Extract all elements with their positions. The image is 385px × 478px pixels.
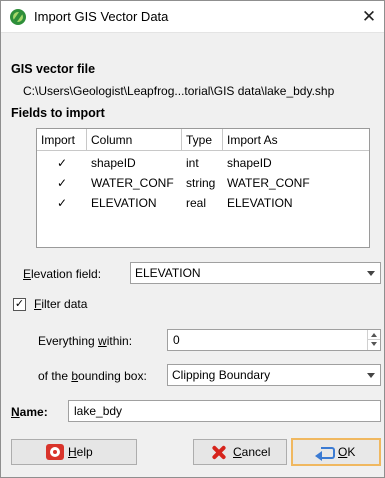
table-row[interactable]: ✓ ELEVATION real ELEVATION [37,193,369,213]
bounding-box-label: of the bounding box: [38,369,147,383]
within-distance-value: 0 [173,333,180,347]
cell-column: ELEVATION [91,196,157,210]
cell-column: shapeID [91,156,136,170]
checkmark-icon: ✓ [14,298,25,310]
elevation-field-select[interactable]: ELEVATION [130,262,381,284]
title-bar: Import GIS Vector Data ✕ [1,1,384,33]
checkmark-icon: ✓ [57,156,68,170]
fields-table: Import Column Type Import As ✓ shapeID i… [36,128,370,248]
cancel-button[interactable]: Cancel [193,439,287,465]
ok-button[interactable]: OK [291,438,381,466]
table-row[interactable]: ✓ WATER_CONF string WATER_CONF [37,173,369,193]
filter-data-label[interactable]: Filter data [34,297,87,311]
chevron-down-icon[interactable] [360,263,380,283]
table-header: Import Column Type Import As [37,129,369,151]
spin-up-icon[interactable] [367,330,380,340]
everything-within-label: Everything within: [38,334,133,348]
table-row[interactable]: ✓ shapeID int shapeID [37,153,369,173]
ok-arrow-icon [315,444,335,461]
gis-file-heading: GIS vector file [11,62,96,76]
ok-button-label: OK [338,445,356,459]
help-button-label: Help [68,445,93,459]
spin-down-icon[interactable] [367,340,380,350]
cell-type: real [186,196,207,210]
leapfrog-app-icon [10,9,26,25]
chevron-down-icon[interactable] [360,365,380,385]
elevation-field-value: ELEVATION [135,266,201,280]
fields-heading: Fields to import [11,106,105,120]
cell-import-as[interactable]: ELEVATION [223,193,293,213]
window-title: Import GIS Vector Data [34,9,169,24]
header-column[interactable]: Column [87,129,182,151]
help-button[interactable]: Help [11,439,137,465]
name-input[interactable]: lake_bdy [68,400,381,422]
import-checkbox[interactable]: ✓ [57,177,69,189]
cell-import-as[interactable]: shapeID [223,153,272,173]
lifebuoy-icon [46,444,64,460]
bounding-box-value: Clipping Boundary [172,368,271,382]
close-button[interactable]: ✕ [354,1,384,33]
gis-file-path: C:\Users\Geologist\Leapfrog...torial\GIS… [23,84,335,98]
cell-type: int [186,156,199,170]
filter-data-checkbox[interactable]: ✓ [13,298,26,311]
cancel-x-icon [209,444,227,460]
header-type[interactable]: Type [182,129,223,151]
bounding-box-select[interactable]: Clipping Boundary [167,364,381,386]
header-import-as[interactable]: Import As [223,129,369,151]
cell-type: string [186,176,216,190]
header-import[interactable]: Import [37,129,87,151]
import-checkbox[interactable]: ✓ [57,157,69,169]
name-label: Name: [11,405,48,419]
checkmark-icon: ✓ [57,196,68,210]
checkmark-icon: ✓ [57,176,68,190]
cell-import-as[interactable]: WATER_CONF [223,173,310,193]
import-gis-dialog: Import GIS Vector Data ✕ GIS vector file… [0,0,385,478]
elevation-field-label: Elevation field: [23,267,102,281]
cell-column: WATER_CONF [91,176,174,190]
import-checkbox[interactable]: ✓ [57,197,69,209]
within-distance-spinbox[interactable]: 0 [167,329,381,351]
cancel-button-label: Cancel [233,445,271,459]
